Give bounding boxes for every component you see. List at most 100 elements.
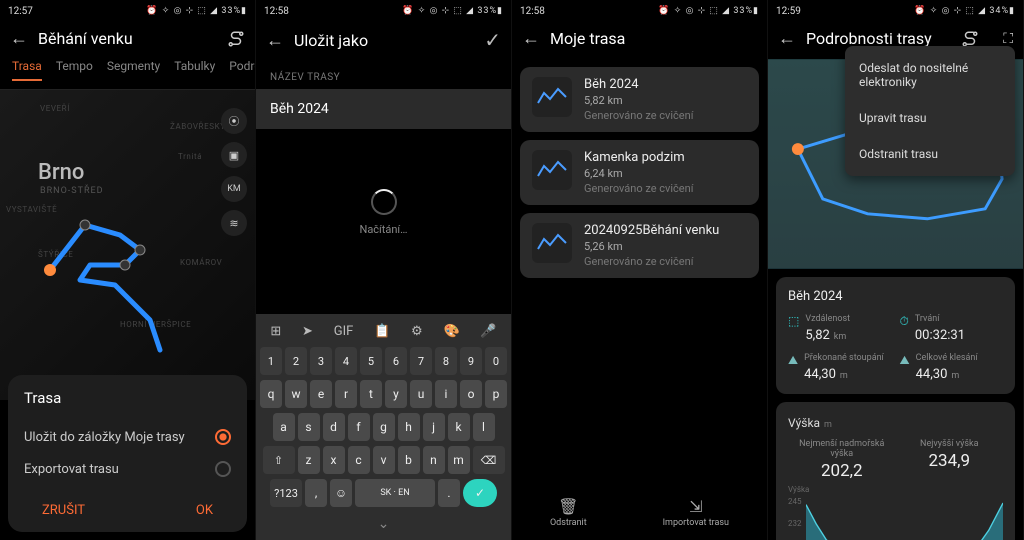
kb-palette-icon[interactable]: 🎨	[443, 324, 459, 339]
loading-indicator: Načítání…	[256, 189, 511, 236]
key-0[interactable]: 0	[485, 347, 507, 375]
keyboard-collapse-icon[interactable]: ⌄	[260, 512, 507, 536]
ok-button[interactable]: OK	[178, 499, 231, 522]
confirm-icon[interactable]: ✓	[484, 28, 501, 52]
key-e[interactable]: e	[310, 380, 332, 408]
key-4[interactable]: 4	[335, 347, 357, 375]
tab-trasa[interactable]: Trasa	[12, 59, 42, 81]
key-m[interactable]: m	[448, 446, 470, 474]
key-y[interactable]: y	[385, 380, 407, 408]
key-n[interactable]: n	[423, 446, 445, 474]
delete-button[interactable]: 🗑 Odstranit	[550, 497, 587, 528]
key-a[interactable]: a	[273, 413, 295, 441]
layers-icon[interactable]: ▣	[221, 142, 247, 168]
key-l[interactable]: l	[473, 413, 495, 441]
menu-edit-route[interactable]: Upravit trasu	[845, 100, 1015, 136]
tab-tabulky[interactable]: Tabulky	[174, 59, 215, 81]
key-k[interactable]: k	[448, 413, 470, 441]
key-enter[interactable]: ✓	[463, 479, 497, 507]
key-d[interactable]: d	[323, 413, 345, 441]
routes-list: Běh 2024 5,82 km Generováno ze cvičení K…	[512, 59, 767, 286]
tab-segmenty[interactable]: Segmenty	[107, 59, 160, 81]
locate-icon[interactable]: ⦿	[221, 108, 247, 134]
descent-icon: ⛰	[900, 353, 910, 368]
key-b[interactable]: b	[398, 446, 420, 474]
import-button[interactable]: ⇲ Importovat trasu	[663, 497, 729, 528]
key-space[interactable]: SK · EN	[355, 479, 435, 507]
key-emoji[interactable]: ☺	[330, 479, 352, 507]
key-dot[interactable]: .	[438, 479, 460, 507]
key-q[interactable]: q	[260, 380, 282, 408]
key-w[interactable]: w	[285, 380, 307, 408]
key-5[interactable]: 5	[360, 347, 382, 375]
kb-gear-icon[interactable]: ⚙	[411, 324, 423, 339]
kb-mic-icon[interactable]: 🎤	[480, 324, 496, 339]
option-save-route[interactable]: Uložit do záložky Moje trasy	[24, 421, 231, 453]
fullscreen-icon[interactable]: ⛶	[1003, 31, 1013, 47]
back-icon[interactable]: ←	[266, 30, 282, 51]
key-9[interactable]: 9	[460, 347, 482, 375]
key-h[interactable]: h	[398, 413, 420, 441]
clock: 12:58	[264, 6, 289, 17]
key-v[interactable]: v	[373, 446, 395, 474]
key-i[interactable]: i	[435, 380, 457, 408]
chart-icon[interactable]: ≋	[221, 210, 247, 236]
key-t[interactable]: t	[360, 380, 382, 408]
clock: 12:58	[520, 6, 545, 17]
key-z[interactable]: z	[298, 446, 320, 474]
bottom-sheet: Trasa Uložit do záložky Moje trasy Expor…	[8, 375, 247, 532]
key-x[interactable]: x	[323, 446, 345, 474]
key-⌫[interactable]: ⌫	[473, 446, 505, 474]
key-f[interactable]: f	[348, 413, 370, 441]
key-o[interactable]: o	[460, 380, 482, 408]
back-icon[interactable]: ←	[522, 28, 538, 49]
route-icon[interactable]	[227, 30, 245, 48]
key-j[interactable]: j	[423, 413, 445, 441]
key-comma[interactable]: ,	[305, 479, 327, 507]
route-card[interactable]: Kamenka podzim 6,24 km Generováno ze cvi…	[520, 140, 759, 205]
key-c[interactable]: c	[348, 446, 370, 474]
key-u[interactable]: u	[410, 380, 432, 408]
map-city-label: Brno	[38, 160, 84, 185]
key-⇧[interactable]: ⇧	[263, 446, 295, 474]
route-card[interactable]: 20240925Běhání venku 5,26 km Generováno …	[520, 213, 759, 278]
kb-gif-icon[interactable]: GIF	[334, 324, 354, 339]
stat-distance: ⬚ Vzdálenost 5,82 km	[788, 314, 892, 343]
spinner-icon	[371, 189, 397, 215]
field-label: NÁZEV TRASY	[256, 62, 511, 89]
key-8[interactable]: 8	[435, 347, 457, 375]
kb-clipboard-icon[interactable]: 📋	[374, 324, 390, 339]
back-icon[interactable]: ←	[778, 28, 794, 49]
route-source: Generováno ze cvičení	[584, 255, 719, 268]
option-export-route[interactable]: Exportovat trasu	[24, 453, 231, 485]
map-district-label: BRNO-STŘED	[40, 186, 104, 196]
key-2[interactable]: 2	[285, 347, 307, 375]
back-icon[interactable]: ←	[10, 28, 26, 49]
tab-tempo[interactable]: Tempo	[56, 59, 93, 81]
key-3[interactable]: 3	[310, 347, 332, 375]
key-s[interactable]: s	[298, 413, 320, 441]
menu-send-wearable[interactable]: Odeslat do nositelné elektroniky	[845, 50, 1015, 100]
key-1[interactable]: 1	[260, 347, 282, 375]
page-title: Uložit jako	[294, 31, 472, 50]
map[interactable]: Brno BRNO-STŘED VEVEŘÍ ŽABOVŘESKY Trnitá…	[0, 90, 255, 400]
key-r[interactable]: r	[335, 380, 357, 408]
route-icon[interactable]	[961, 30, 979, 48]
cancel-button[interactable]: ZRUŠIT	[24, 499, 103, 522]
route-source: Generováno ze cvičení	[584, 109, 693, 122]
key-symbols[interactable]: ?123	[270, 479, 302, 507]
menu-delete-route[interactable]: Odstranit trasu	[845, 136, 1015, 172]
kb-grid-icon[interactable]: ⊞	[270, 324, 281, 339]
route-thumbnail	[532, 150, 572, 190]
kb-arrow-icon[interactable]: ➤	[302, 324, 313, 339]
route-card[interactable]: Běh 2024 5,82 km Generováno ze cvičení	[520, 67, 759, 132]
km-toggle[interactable]: KM	[221, 176, 247, 202]
key-p[interactable]: p	[485, 380, 507, 408]
key-7[interactable]: 7	[410, 347, 432, 375]
status-icons: ⏰ ✧ ◎ ⊹ ⬚ ◢ 33%▮	[658, 6, 759, 16]
import-icon: ⇲	[663, 497, 729, 516]
tab-podrobnosti[interactable]: Podrobnosti	[229, 59, 256, 81]
key-6[interactable]: 6	[385, 347, 407, 375]
route-name-input[interactable]: Běh 2024	[256, 89, 511, 129]
key-g[interactable]: g	[373, 413, 395, 441]
